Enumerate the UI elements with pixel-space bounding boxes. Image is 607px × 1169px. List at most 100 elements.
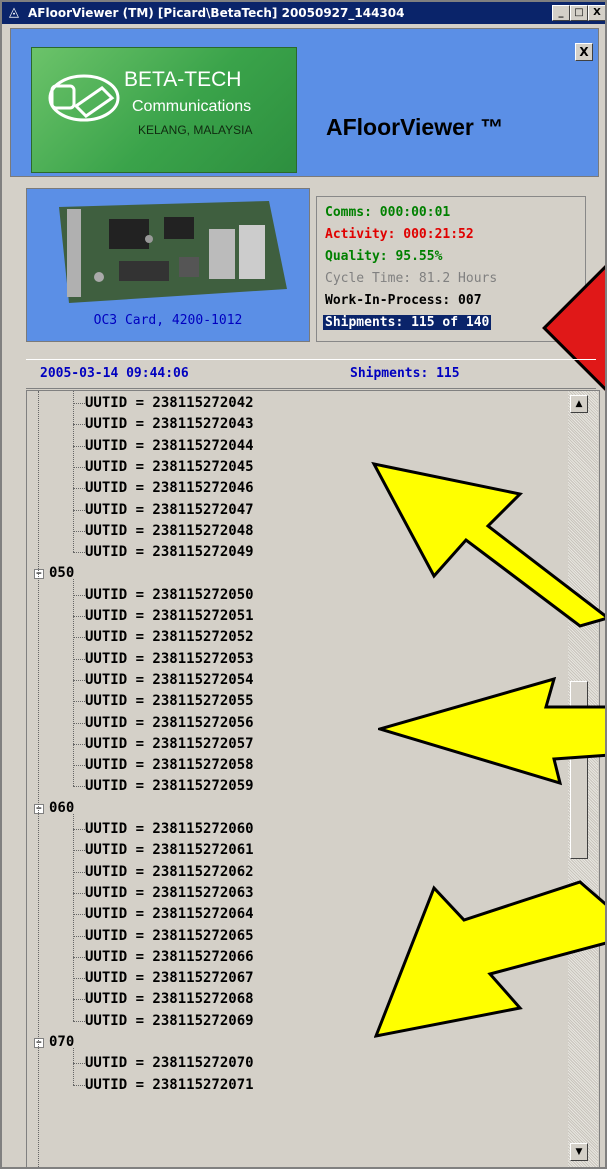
tree-item-uutid[interactable]: UUTID = 238115272067 — [85, 968, 254, 988]
status-shipments: Shipments: 115 — [350, 366, 460, 381]
stat-wip: Work-In-Process: 007 — [325, 293, 482, 308]
stats-panel: Comms: 000:00:01 Activity: 000:21:52 Qua… — [316, 196, 586, 342]
tree-connector — [73, 1020, 85, 1022]
tree-connector — [73, 445, 85, 447]
yellow-arrow-icon — [378, 677, 605, 786]
logo-graphic-icon — [48, 74, 120, 122]
tree-connector — [73, 391, 74, 553]
tree-connector — [73, 850, 85, 852]
stat-quality: Quality: 95.55% — [325, 249, 443, 264]
logo-text-location: KELANG, MALAYSIA — [138, 123, 253, 137]
tree-connector — [73, 594, 85, 596]
tree-connector — [73, 871, 85, 873]
tree-connector — [73, 1063, 85, 1065]
yellow-arrow-icon — [371, 461, 605, 628]
app-window: ◬ AFloorViewer (TM) [Picard\BetaTech] 20… — [0, 0, 607, 1169]
tree-connector — [73, 722, 85, 724]
tree-connector — [73, 488, 85, 490]
tree-item-uutid[interactable]: UUTID = 238115272069 — [85, 1011, 254, 1031]
yellow-arrow-icon — [374, 880, 605, 1038]
tree-connector — [73, 892, 85, 894]
tree-connector — [73, 424, 85, 426]
tree-item-uutid[interactable]: UUTID = 238115272059 — [85, 776, 254, 796]
tree-connector — [73, 999, 85, 1001]
tree-item-uutid[interactable]: UUTID = 238115272055 — [85, 691, 254, 711]
tree-item-uutid[interactable]: UUTID = 238115272043 — [85, 414, 254, 434]
tree-item-uutid[interactable]: UUTID = 238115272068 — [85, 989, 254, 1009]
logo-text-communications: Communications — [132, 98, 252, 115]
tree-item-uutid[interactable]: UUTID = 238115272062 — [85, 862, 254, 882]
tree-connector — [38, 391, 39, 1167]
company-logo: BETA-TECH Communications KELANG, MALAYSI… — [31, 47, 297, 173]
circuit-board-icon — [39, 199, 297, 307]
tree-connector — [73, 579, 74, 787]
tree-item-uutid[interactable]: UUTID = 238115272057 — [85, 734, 254, 754]
card-panel: OC3 Card, 4200-1012 — [26, 188, 310, 342]
stat-comms: Comms: 000:00:01 — [325, 205, 451, 220]
tree-item-uutid[interactable]: UUTID = 238115272063 — [85, 883, 254, 903]
tree-connector — [73, 637, 85, 639]
scroll-up-arrow-icon[interactable]: ▲ — [570, 395, 588, 413]
tree-item-uutid[interactable]: UUTID = 238115272065 — [85, 926, 254, 946]
close-button[interactable]: X — [588, 5, 605, 21]
tree-item-uutid[interactable]: UUTID = 238115272070 — [85, 1053, 254, 1073]
collapse-icon[interactable]: − — [34, 803, 44, 814]
tree-connector — [73, 552, 85, 554]
tree-item-uutid[interactable]: UUTID = 238115272048 — [85, 521, 254, 541]
tree-item-uutid[interactable]: UUTID = 238115272060 — [85, 819, 254, 839]
tree-connector — [73, 509, 85, 511]
scroll-down-arrow-icon[interactable]: ▼ — [570, 1143, 588, 1161]
tree-connector — [73, 530, 85, 532]
tree-connector — [73, 466, 85, 468]
logo-text-betatech: BETA-TECH — [124, 68, 242, 91]
tree-connector — [73, 786, 85, 788]
header-panel: BETA-TECH Communications KELANG, MALAYSI… — [10, 28, 599, 177]
panel-close-button[interactable]: X — [575, 43, 593, 61]
tree-item-uutid[interactable]: UUTID = 238115272058 — [85, 755, 254, 775]
tree-item-uutid[interactable]: UUTID = 238115272053 — [85, 649, 254, 669]
tree-connector — [73, 829, 85, 830]
tree-item-uutid[interactable]: UUTID = 238115272071 — [85, 1075, 254, 1095]
status-bar: 2005-03-14 09:44:06 Shipments: 115 — [26, 359, 596, 389]
tree-item-uutid[interactable]: UUTID = 238115272052 — [85, 627, 254, 647]
app-icon: ◬ — [9, 5, 19, 20]
minimize-button[interactable]: _ — [552, 5, 570, 21]
card-photo — [39, 199, 297, 307]
tree-connector — [73, 956, 85, 958]
tree-connector — [73, 914, 85, 916]
tree-item-uutid[interactable]: UUTID = 238115272046 — [85, 478, 254, 498]
tree-connector — [73, 1084, 85, 1086]
tree-item-uutid[interactable]: UUTID = 238115272047 — [85, 500, 254, 520]
tree-group-node[interactable]: 050 — [49, 563, 74, 583]
tree-item-uutid[interactable]: UUTID = 238115272042 — [85, 393, 254, 413]
tree-connector — [73, 765, 85, 767]
tree-connector — [73, 403, 85, 404]
stat-shipments[interactable]: Shipments: 115 of 140 — [323, 315, 492, 330]
tree-connector — [73, 813, 74, 1021]
tree-item-uutid[interactable]: UUTID = 238115272044 — [85, 436, 254, 456]
tree-item-uutid[interactable]: UUTID = 238115272054 — [85, 670, 254, 690]
tree-connector — [73, 935, 85, 937]
tree-item-uutid[interactable]: UUTID = 238115272056 — [85, 713, 254, 733]
tree-connector — [73, 978, 85, 980]
collapse-icon[interactable]: − — [34, 1038, 44, 1048]
tree-connector — [73, 658, 85, 660]
tree-connector — [73, 1048, 74, 1085]
tree-item-uutid[interactable]: UUTID = 238115272049 — [85, 542, 254, 562]
tree-connector — [73, 616, 85, 617]
window-title: AFloorViewer (TM) [Picard\BetaTech] 2005… — [28, 6, 405, 20]
tree-item-uutid[interactable]: UUTID = 238115272066 — [85, 947, 254, 967]
tree-group-node[interactable]: 060 — [49, 798, 74, 818]
title-bar[interactable]: ◬ AFloorViewer (TM) [Picard\BetaTech] 20… — [2, 2, 605, 24]
app-name: AFloorViewer ™ — [326, 114, 504, 140]
tree-group-node[interactable]: 070 — [49, 1032, 74, 1052]
tree-item-uutid[interactable]: UUTID = 238115272061 — [85, 840, 254, 860]
stat-activity: Activity: 000:21:52 — [325, 227, 474, 242]
collapse-icon[interactable]: − — [34, 569, 44, 580]
stat-cycle-time: Cycle Time: 81.2 Hours — [325, 271, 498, 286]
tree-item-uutid[interactable]: UUTID = 238115272050 — [85, 585, 254, 605]
tree-item-uutid[interactable]: UUTID = 238115272045 — [85, 457, 254, 477]
tree-item-uutid[interactable]: UUTID = 238115272064 — [85, 904, 254, 924]
tree-item-uutid[interactable]: UUTID = 238115272051 — [85, 606, 254, 626]
maximize-button[interactable]: □ — [570, 5, 588, 21]
